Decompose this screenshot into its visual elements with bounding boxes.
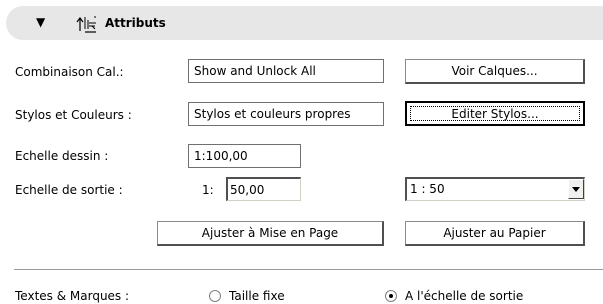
- triangle-down-icon[interactable]: ▼: [36, 16, 45, 28]
- stylos-field[interactable]: Stylos et couleurs propres: [188, 102, 384, 126]
- dropdown-arrow-icon[interactable]: [568, 179, 584, 199]
- echelle-sortie-select-value: 1 : 50: [410, 182, 445, 196]
- radio-selected-dot: [389, 294, 393, 298]
- radio-echelle-sortie[interactable]: [385, 290, 397, 302]
- taille-fixe-label[interactable]: Taille fixe: [229, 288, 285, 304]
- section-divider: [14, 269, 603, 270]
- attributes-icon: [76, 16, 96, 33]
- voir-calques-button[interactable]: Voir Calques...: [405, 59, 585, 84]
- textes-marques-label: Textes & Marques :: [15, 289, 130, 303]
- stylos-label: Stylos et Couleurs :: [15, 108, 132, 122]
- combinaison-field[interactable]: Show and Unlock All: [188, 59, 384, 83]
- echelle-dessin-field[interactable]: 1:100,00: [188, 144, 301, 168]
- echelle-sortie-select[interactable]: 1 : 50: [405, 177, 585, 201]
- ajuster-mise-en-page-button[interactable]: Ajuster à Mise en Page: [157, 221, 384, 246]
- echelle-sortie-field[interactable]: 50,00: [226, 177, 301, 201]
- combinaison-label: Combinaison Cal.:: [15, 65, 124, 79]
- attributes-section-header[interactable]: ▼ Attributs: [6, 6, 603, 40]
- echelle-sortie-option-label[interactable]: A l'échelle de sortie: [405, 288, 523, 304]
- section-title: Attributs: [105, 16, 166, 30]
- echelle-dessin-label: Echelle dessin :: [15, 149, 109, 163]
- echelle-sortie-prefix: 1:: [202, 183, 214, 197]
- echelle-sortie-label: Echelle de sortie :: [15, 183, 123, 197]
- focus-rectangle: [410, 106, 580, 121]
- radio-taille-fixe[interactable]: [209, 290, 221, 302]
- editer-stylos-button[interactable]: Editer Stylos...: [405, 101, 585, 126]
- ajuster-papier-button[interactable]: Ajuster au Papier: [405, 221, 585, 246]
